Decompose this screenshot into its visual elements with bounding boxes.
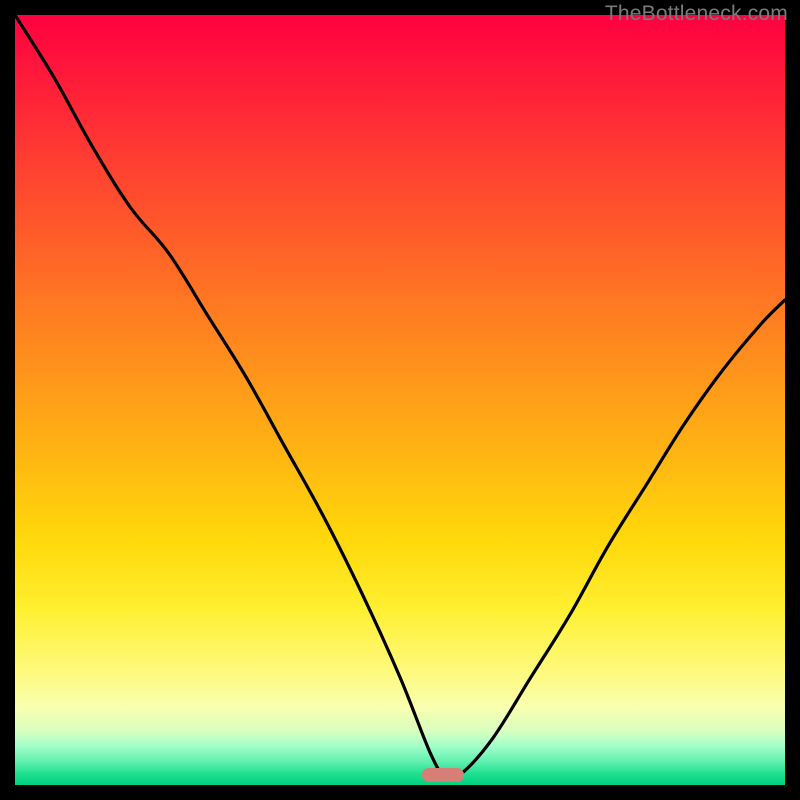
bottleneck-curve (15, 15, 785, 785)
watermark-text: TheBottleneck.com (605, 2, 788, 26)
minimum-marker (422, 768, 464, 782)
plot-area (15, 15, 785, 785)
curve-path (15, 15, 785, 779)
chart-frame: TheBottleneck.com (0, 0, 800, 800)
